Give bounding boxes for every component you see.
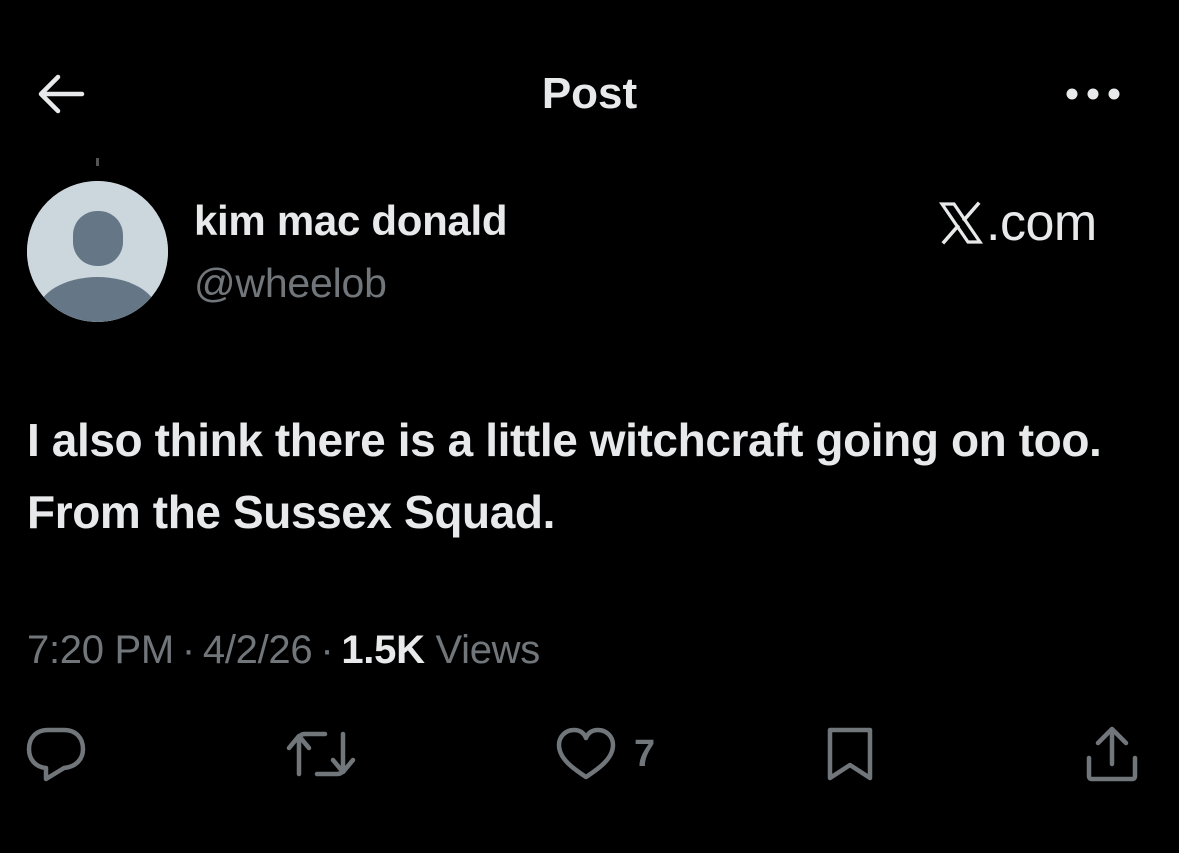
action-bar: 7 — [0, 722, 1179, 792]
tweet-text: I also think there is a little witchcraf… — [27, 414, 1102, 538]
tweet-time[interactable]: 7:20 PM — [27, 628, 174, 672]
x-logo-icon — [938, 201, 984, 245]
default-avatar-icon — [27, 181, 168, 322]
share-icon — [1086, 726, 1138, 782]
like-count: 7 — [634, 732, 656, 775]
post-detail-page: Post kim mac donald @wheelob .com I also… — [0, 0, 1179, 853]
avatar[interactable] — [27, 181, 168, 322]
page-title: Post — [541, 69, 638, 118]
meta-separator: · — [320, 628, 334, 672]
bookmark-button[interactable] — [820, 722, 880, 786]
repost-icon — [286, 731, 356, 777]
author-handle[interactable]: @wheelob — [194, 258, 387, 308]
tweet-meta: 7:20 PM · 4/2/26 · 1.5K Views — [27, 624, 540, 676]
bookmark-icon — [827, 727, 873, 781]
like-button[interactable]: 7 — [554, 722, 655, 786]
meta-separator: · — [181, 628, 195, 672]
views-label: Views — [435, 628, 540, 672]
thread-line — [96, 158, 99, 166]
heart-icon — [556, 727, 616, 780]
author-display-name[interactable]: kim mac donald — [194, 195, 508, 247]
tweet-date[interactable]: 4/2/26 — [203, 628, 313, 672]
top-app-bar: Post — [0, 0, 1179, 150]
views-count: 1.5K — [341, 628, 425, 672]
reply-icon — [26, 727, 86, 782]
more-options-button[interactable] — [1056, 70, 1130, 118]
reply-button[interactable] — [24, 722, 88, 786]
repost-button[interactable] — [285, 722, 357, 786]
ellipsis-icon — [1066, 88, 1120, 100]
watermark-text: .com — [986, 194, 1097, 252]
x-com-watermark: .com — [938, 193, 1097, 253]
share-button[interactable] — [1082, 722, 1142, 786]
